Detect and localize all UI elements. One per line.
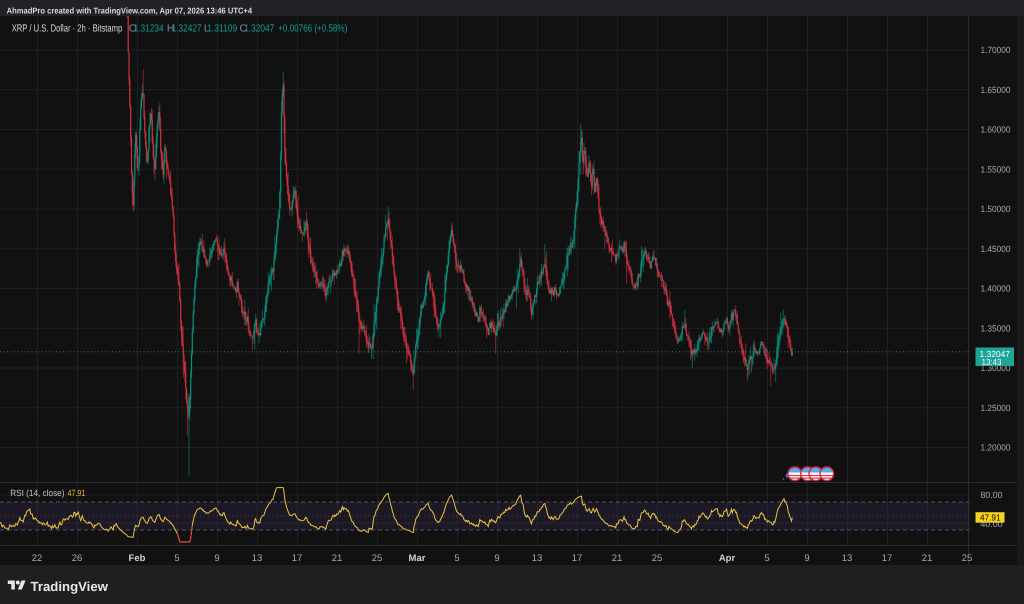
svg-text:1.35000: 1.35000 bbox=[981, 323, 1011, 333]
svg-text:1.31234: 1.31234 bbox=[134, 24, 164, 35]
svg-text:1.40000: 1.40000 bbox=[981, 284, 1011, 294]
svg-text:+0.00766 (+0.58%): +0.00766 (+0.58%) bbox=[278, 24, 347, 35]
svg-text:13: 13 bbox=[252, 553, 263, 564]
svg-text:9: 9 bbox=[494, 553, 499, 564]
svg-text:25: 25 bbox=[962, 553, 973, 564]
svg-text:XRP / U.S. Dollar · 2h · Bitst: XRP / U.S. Dollar · 2h · Bitstamp bbox=[12, 24, 123, 35]
svg-text:RSI (14, close): RSI (14, close) bbox=[10, 488, 64, 498]
svg-text:21: 21 bbox=[612, 553, 623, 564]
svg-text:Feb: Feb bbox=[129, 553, 146, 564]
svg-text:17: 17 bbox=[882, 553, 893, 564]
svg-text:1.55000: 1.55000 bbox=[981, 164, 1011, 174]
svg-text:9: 9 bbox=[804, 553, 809, 564]
svg-text:21: 21 bbox=[332, 553, 343, 564]
svg-text:1.25000: 1.25000 bbox=[981, 403, 1011, 413]
svg-text:9: 9 bbox=[214, 553, 219, 564]
svg-text:17: 17 bbox=[292, 553, 303, 564]
svg-text:AhmadPro created with TradingV: AhmadPro created with TradingView.com, A… bbox=[7, 5, 253, 15]
svg-text:25: 25 bbox=[652, 553, 663, 564]
svg-text:Mar: Mar bbox=[409, 553, 426, 564]
svg-text:13: 13 bbox=[842, 553, 853, 564]
svg-text:47.91: 47.91 bbox=[68, 488, 86, 498]
svg-text:80.00: 80.00 bbox=[981, 490, 1003, 500]
svg-text:1.65000: 1.65000 bbox=[981, 85, 1011, 95]
svg-text:5: 5 bbox=[454, 553, 459, 564]
svg-text:1.32427: 1.32427 bbox=[172, 24, 202, 35]
svg-text:TradingView: TradingView bbox=[31, 579, 109, 594]
svg-text:47.91: 47.91 bbox=[980, 513, 1001, 523]
svg-text:25: 25 bbox=[372, 553, 383, 564]
svg-text:1.20000: 1.20000 bbox=[981, 443, 1011, 453]
svg-text:17: 17 bbox=[572, 553, 583, 564]
svg-text:22: 22 bbox=[32, 553, 43, 564]
svg-text:1.60000: 1.60000 bbox=[981, 125, 1011, 135]
svg-text:1.50000: 1.50000 bbox=[981, 204, 1011, 214]
svg-text:26: 26 bbox=[72, 553, 83, 564]
svg-text:13:43: 13:43 bbox=[982, 357, 1002, 367]
svg-text:1.31109: 1.31109 bbox=[207, 24, 237, 35]
svg-text:1.32047: 1.32047 bbox=[244, 24, 274, 35]
svg-text:21: 21 bbox=[922, 553, 933, 564]
svg-text:13: 13 bbox=[532, 553, 543, 564]
svg-text:1.45000: 1.45000 bbox=[981, 244, 1011, 254]
svg-text:Apr: Apr bbox=[719, 553, 736, 564]
svg-text:5: 5 bbox=[764, 553, 769, 564]
svg-text:1.70000: 1.70000 bbox=[981, 45, 1011, 55]
svg-text:5: 5 bbox=[174, 553, 179, 564]
